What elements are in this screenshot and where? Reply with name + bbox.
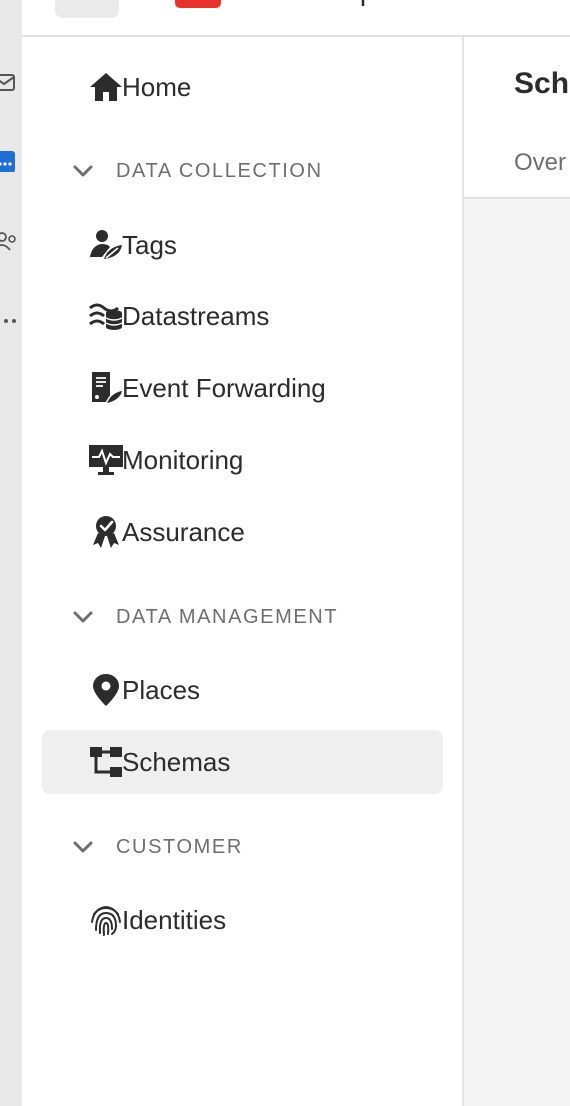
fingerprint-icon	[87, 902, 125, 938]
sidebar-item-event-forwarding[interactable]: Event Forwarding	[42, 356, 443, 420]
datastreams-icon	[87, 298, 125, 334]
chevron-down-icon	[73, 611, 93, 623]
sidebar-item-label: Tags	[122, 230, 177, 260]
page-title: Sche	[514, 67, 570, 100]
sidebar-item-identities[interactable]: Identities	[42, 888, 443, 952]
main-content	[464, 199, 570, 1106]
sidebar-item-home[interactable]: Home	[42, 55, 443, 119]
sidebar-item-tags[interactable]: Tags	[42, 213, 443, 277]
sidebar-item-label: Places	[122, 675, 201, 705]
os-side-strip	[0, 0, 23, 1106]
sidebar-item-label: Home	[122, 72, 192, 102]
sidebar-item-label: Identities	[122, 905, 227, 935]
sidebar-item-label: Schemas	[122, 747, 231, 777]
sidebar-item-schemas[interactable]: Schemas	[42, 730, 443, 794]
main-header: Sche Over	[464, 37, 570, 199]
sidebar-item-assurance[interactable]: Assurance	[42, 500, 443, 564]
event-forwarding-icon	[87, 370, 125, 406]
monitoring-icon	[87, 442, 125, 478]
section-title: CUSTOMER	[116, 835, 243, 858]
assurance-icon	[87, 514, 125, 550]
section-title: DATA MANAGEMENT	[116, 605, 339, 628]
sidebar-item-places[interactable]: Places	[42, 658, 443, 722]
sidebar-item-label: Datastreams	[122, 301, 270, 331]
top-bar	[22, 0, 570, 37]
menu-button[interactable]	[55, 0, 119, 18]
app-name-fragment	[361, 0, 365, 6]
tags-icon	[87, 227, 125, 263]
section-data-collection[interactable]: DATA COLLECTION	[72, 156, 323, 186]
sidebar-item-datastreams[interactable]: Datastreams	[42, 284, 443, 348]
section-data-management[interactable]: DATA MANAGEMENT	[72, 602, 338, 632]
chevron-down-icon	[73, 841, 93, 853]
more-icon[interactable]	[0, 310, 18, 332]
sidebar-item-label: Assurance	[122, 517, 245, 547]
mail-icon[interactable]	[0, 72, 18, 94]
calendar-icon[interactable]	[0, 150, 18, 172]
schema-icon	[87, 744, 125, 780]
section-customer[interactable]: CUSTOMER	[72, 832, 243, 862]
sidebar-item-label: Monitoring	[122, 445, 244, 475]
sidebar-item-label: Event Forwarding	[122, 373, 326, 403]
home-icon	[87, 69, 125, 105]
location-pin-icon	[87, 672, 125, 708]
sidebar: Home DATA COLLECTION Tags Datastreams Ev…	[22, 37, 464, 1106]
people-icon[interactable]	[0, 230, 18, 252]
adobe-logo[interactable]	[175, 0, 221, 8]
section-title: DATA COLLECTION	[116, 159, 323, 182]
chevron-down-icon	[73, 165, 93, 177]
sidebar-item-monitoring[interactable]: Monitoring	[42, 428, 443, 492]
tab-overview[interactable]: Over	[514, 149, 566, 177]
